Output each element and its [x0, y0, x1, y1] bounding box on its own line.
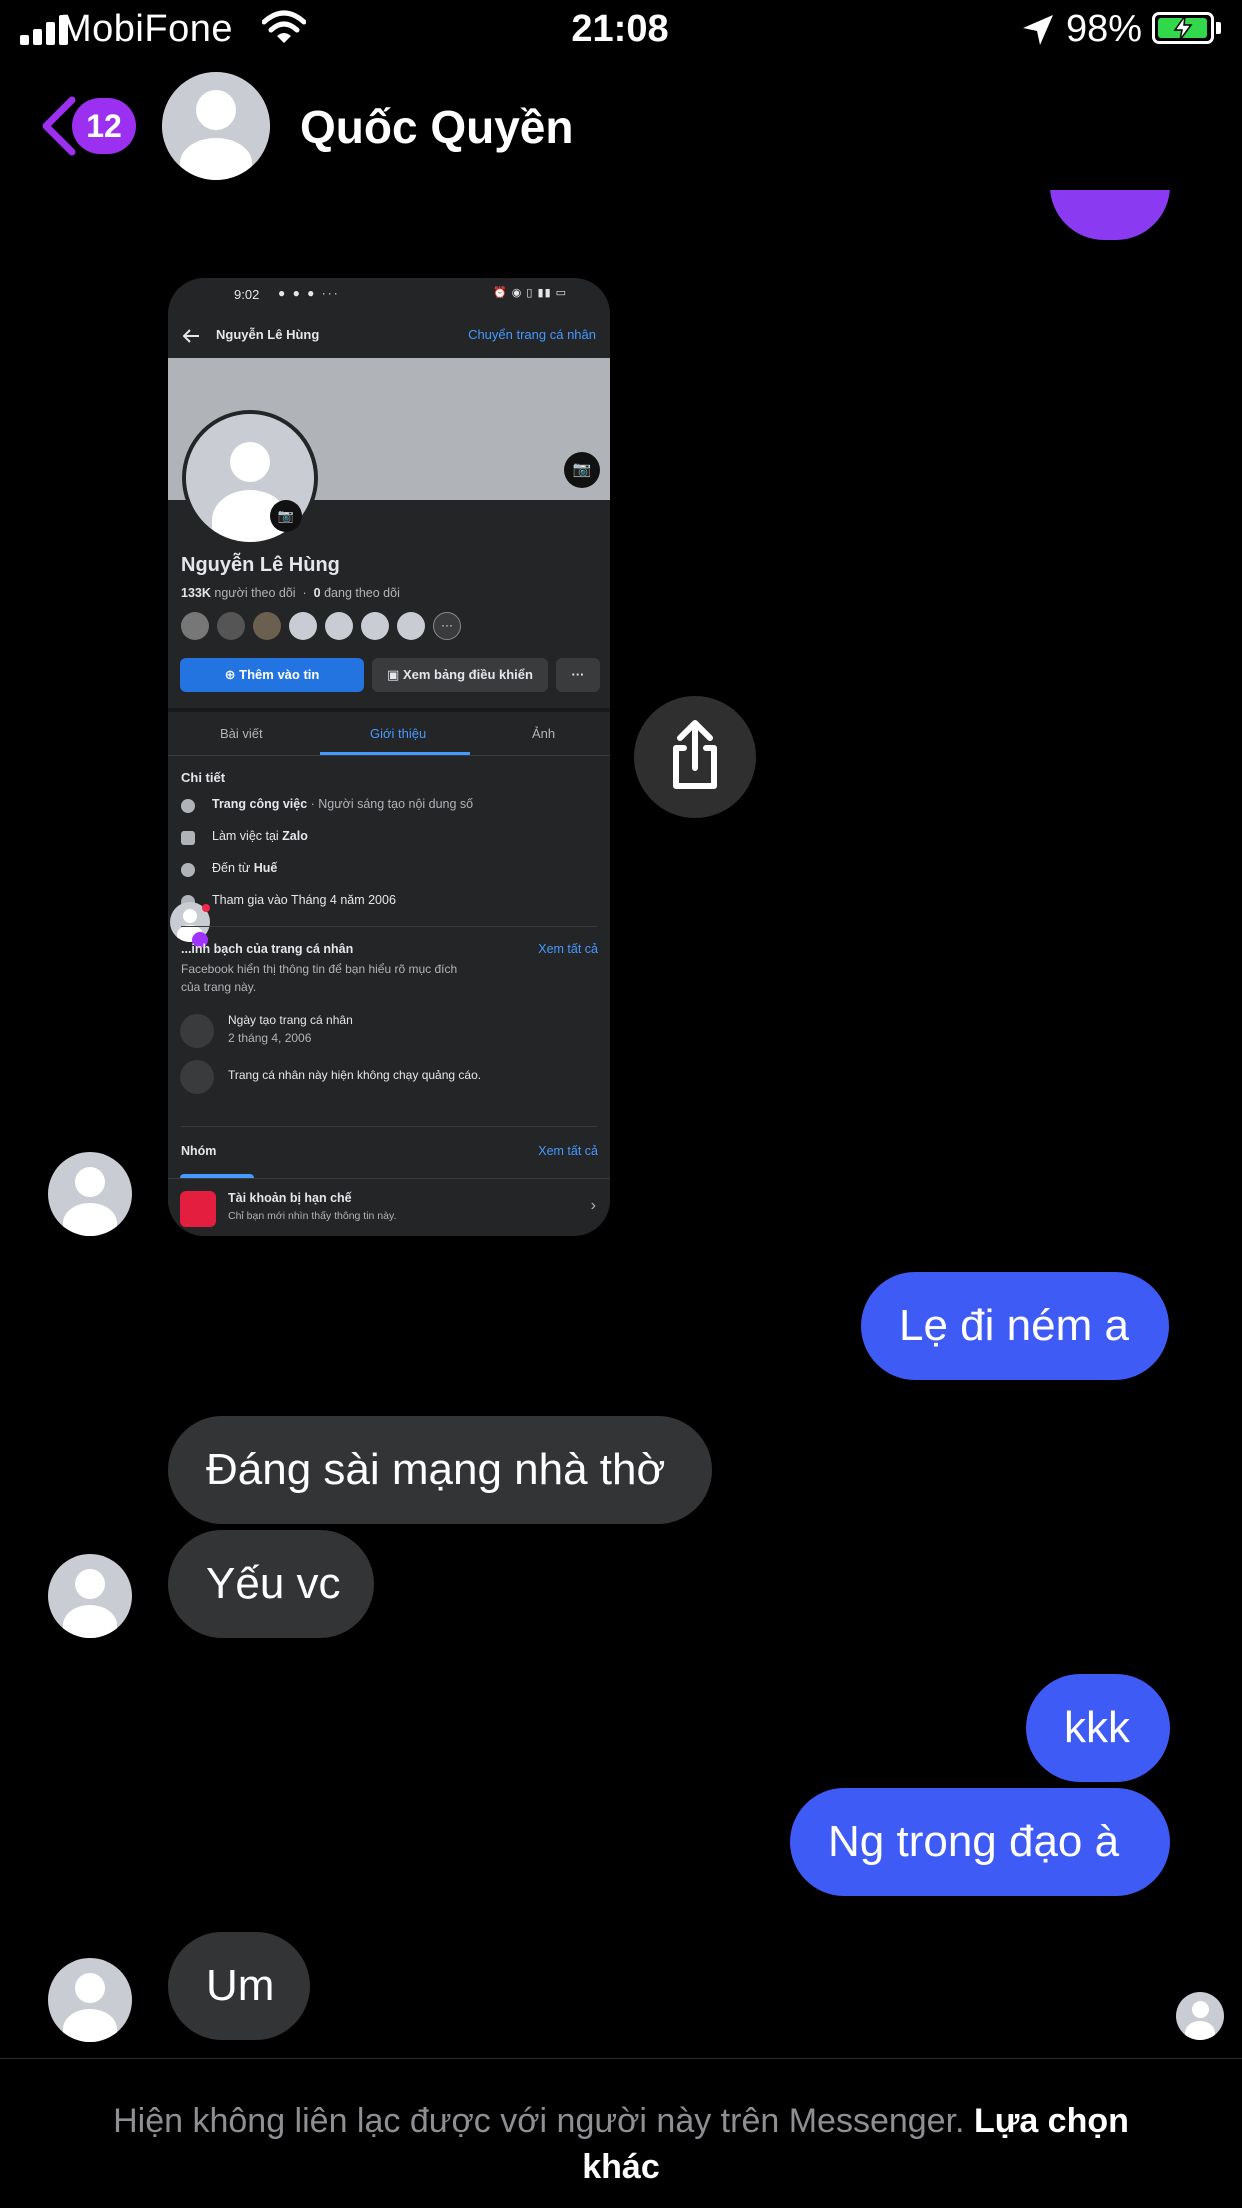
details-title: Chi tiết: [181, 770, 226, 785]
ads-icon: [180, 1060, 214, 1094]
contact-avatar-small[interactable]: [48, 1958, 132, 2042]
detail-page-type: Trang công việc · Người sáng tạo nội dun…: [212, 797, 473, 811]
share-icon: [673, 720, 717, 789]
profile-camera-icon: 📷: [270, 500, 302, 532]
cover-camera-icon: 📷: [564, 452, 600, 488]
details-divider: [181, 926, 597, 927]
battery-icon: [1152, 12, 1214, 44]
ads-note: Trang cá nhân này hiện không chạy quảng …: [228, 1068, 482, 1082]
transparency-desc-1: Facebook hiển thị thông tin để bạn hiểu …: [181, 962, 458, 976]
inner-top-name: Nguyễn Lê Hùng: [216, 327, 320, 342]
restricted-subtitle: Chỉ bạn mới nhìn thấy thông tin này.: [228, 1210, 397, 1222]
battery-percentage: 98%: [1066, 8, 1143, 50]
detail-work-prefix: Làm việc tại: [212, 829, 283, 843]
profile-stats: 133K người theo dõi · 0 đang theo dõi: [181, 586, 400, 600]
inner-status-right-icons: ⏰ ◉ ▯ ▮▮ ▭: [493, 287, 568, 299]
inner-back-arrow-icon: [182, 329, 199, 343]
detail-from-prefix: Đến từ: [212, 861, 254, 875]
contact-avatar-small[interactable]: [48, 1152, 132, 1236]
location-pin-icon: [181, 863, 195, 877]
outgoing-message[interactable]: kkk: [1026, 1674, 1170, 1782]
following-label: đang theo dõi: [324, 586, 400, 600]
shared-screenshot-image[interactable]: 9:02 ● ● ● ··· ⏰ ◉ ▯ ▮▮ ▭ Nguyễn Lê Hùng…: [168, 278, 610, 1236]
carrier-name: MobiFone: [60, 8, 233, 50]
outgoing-message[interactable]: Ng trong đạo à: [790, 1788, 1170, 1896]
contact-name[interactable]: Quốc Quyền: [300, 100, 573, 154]
dashboard-button: ▣ Xem bảng điều khiển: [372, 658, 548, 692]
incoming-message[interactable]: Yếu vc: [168, 1530, 374, 1638]
tab-posts: Bài viết: [220, 726, 263, 741]
outgoing-message[interactable]: Lẹ đi ném a: [861, 1272, 1169, 1380]
transparency-title: ...inh bạch của trang cá nhân: [181, 942, 354, 956]
detail-page-label: Trang công việc: [212, 797, 308, 811]
contact-avatar[interactable]: [162, 72, 270, 180]
transparency-divider: [181, 1126, 597, 1127]
unavailable-notice: Hiện không liên lạc được với người này t…: [90, 2098, 1152, 2190]
unavailable-text: Hiện không liên lạc được với người này t…: [113, 2102, 965, 2140]
add-to-story-label: Thêm vào tin: [239, 667, 320, 682]
partial-outgoing-bubble[interactable]: ke: [1050, 190, 1170, 240]
detail-from-place: Huế: [253, 861, 278, 875]
inner-switch-profile-link: Chuyển trang cá nhân: [468, 327, 596, 342]
detail-joined: Tham gia vào Tháng 4 năm 2006: [212, 893, 396, 907]
follower-avatars: ···: [181, 612, 481, 644]
contact-avatar-small[interactable]: [48, 1554, 132, 1638]
stats-separator: ·: [299, 586, 311, 600]
detail-work-place: Zalo: [282, 829, 308, 843]
inner-status-icons: ● ● ● ···: [278, 286, 340, 300]
groups-see-all: Xem tất cả: [538, 1144, 598, 1158]
transparency-see-all: Xem tất cả: [538, 942, 598, 956]
detail-work: Làm việc tại Zalo: [212, 829, 308, 843]
inner-status-time: 9:02: [234, 287, 260, 302]
followers-label: người theo dõi: [214, 586, 296, 600]
dashboard-label: Xem bảng điều khiển: [402, 667, 533, 682]
read-receipt-avatar: [1176, 1992, 1224, 2040]
following-count: 0: [313, 586, 321, 600]
detail-page-value: · Người sáng tạo nội dung số: [307, 797, 474, 811]
share-button[interactable]: [634, 696, 756, 818]
charging-bolt-icon: [1173, 16, 1193, 40]
section-divider: [168, 708, 610, 712]
chat-head-notification-dot: [202, 904, 210, 912]
restricted-account-banner: Tài khoản bị hạn chế Chỉ bạn mới nhìn th…: [168, 1178, 610, 1236]
detail-hometown: Đến từ Huế: [212, 861, 277, 875]
battery-cap: [1216, 22, 1221, 34]
unread-count-badge[interactable]: 12: [72, 98, 136, 154]
clock: 21:08: [571, 8, 669, 50]
wifi-icon: [262, 10, 306, 43]
tab-photos: Ảnh: [532, 726, 556, 741]
followers-count: 133K: [181, 586, 211, 600]
restricted-icon: [180, 1191, 216, 1227]
incoming-message[interactable]: Đáng sài mạng nhà thờ: [168, 1416, 712, 1524]
created-date-icon: [180, 1014, 214, 1048]
created-label: Ngày tạo trang cá nhân: [228, 1013, 353, 1027]
restricted-chevron-icon: ›: [590, 1197, 596, 1214]
profile-name: Nguyễn Lê Hùng: [181, 554, 340, 576]
more-button: ···: [556, 658, 600, 692]
partial-bubble-text: ke: [1086, 125, 1134, 174]
restricted-title: Tài khoản bị hạn chế: [228, 1191, 352, 1205]
tab-about: Giới thiệu: [370, 726, 427, 741]
incoming-message[interactable]: Um: [168, 1932, 310, 2040]
briefcase-icon: [181, 831, 195, 845]
transparency-desc-2: của trang này.: [181, 980, 257, 994]
location-arrow-icon: [1023, 15, 1053, 45]
add-to-story-button: ⊕ Thêm vào tin: [180, 658, 364, 692]
groups-title: Nhóm: [181, 1144, 217, 1158]
info-icon: [181, 799, 195, 813]
created-date: 2 tháng 4, 2006: [228, 1031, 312, 1045]
tabs-divider: [168, 755, 610, 756]
footer-divider: [0, 2058, 1242, 2059]
